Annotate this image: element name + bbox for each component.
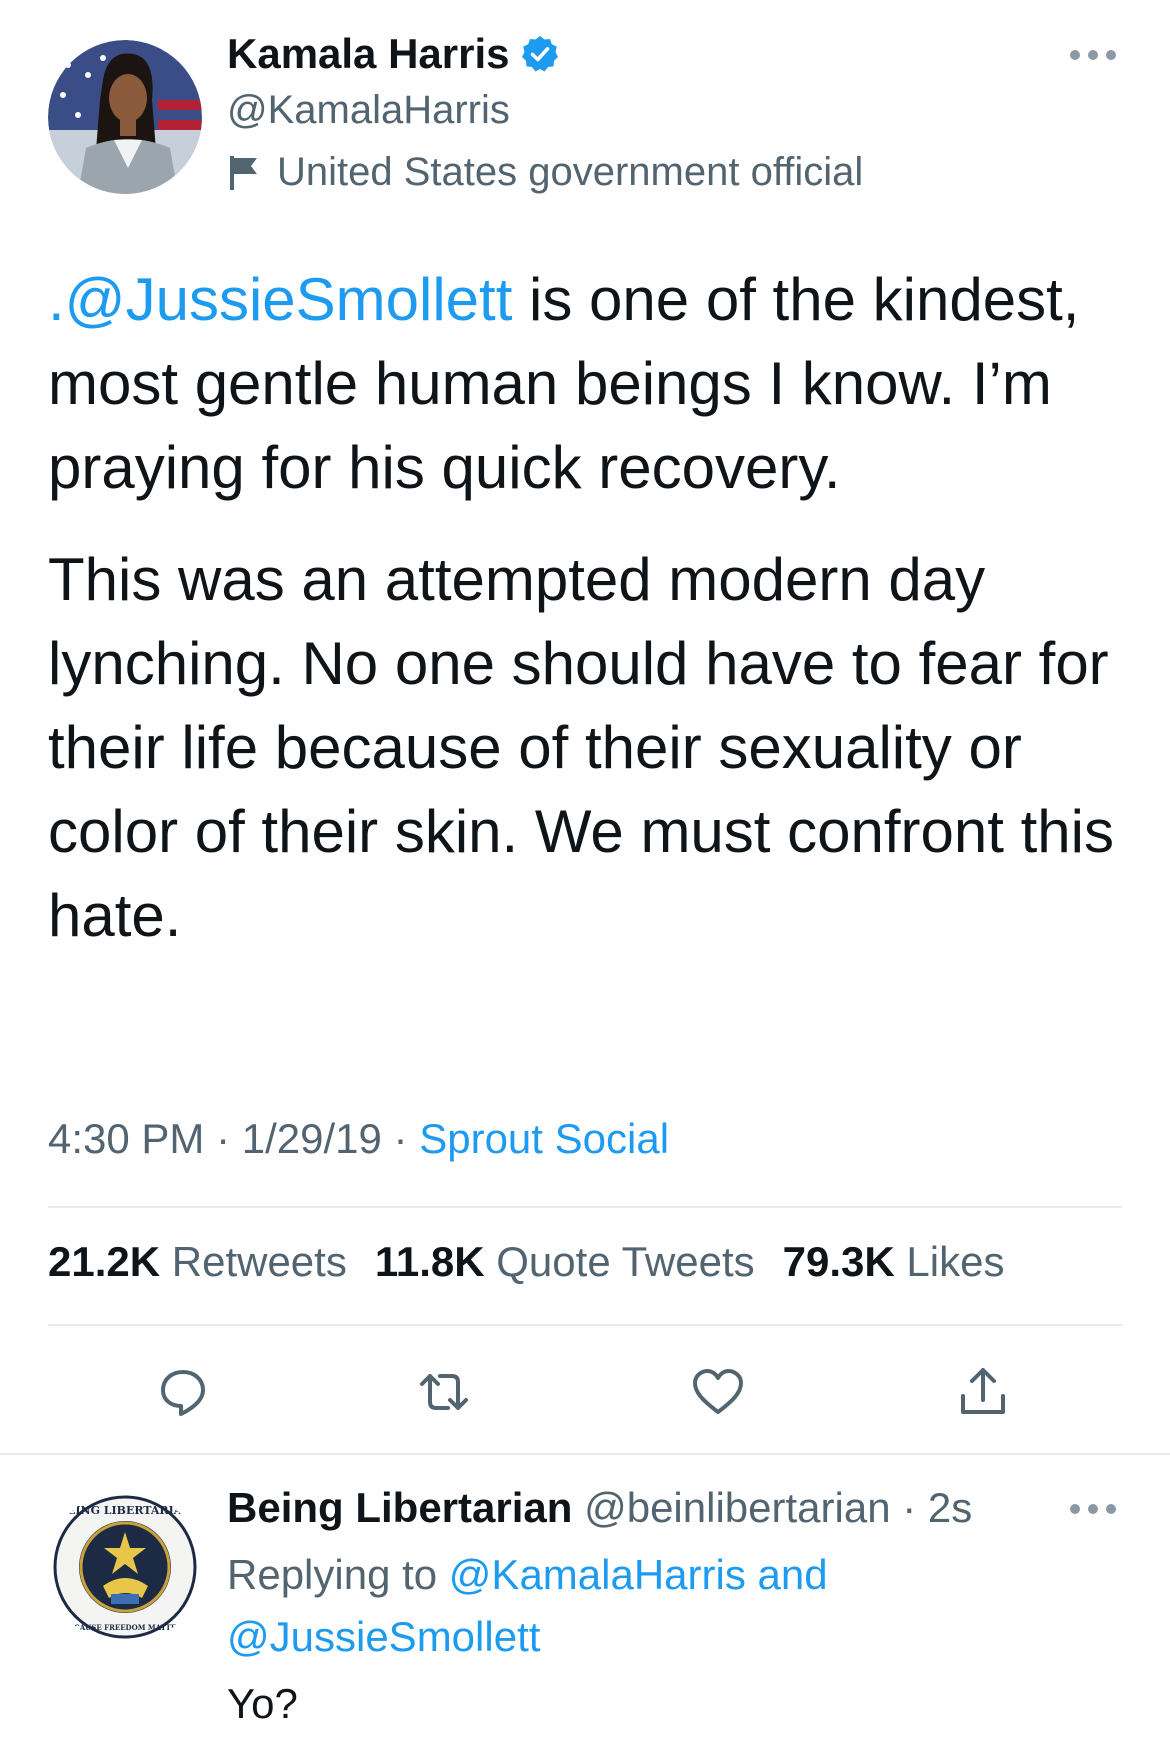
more-icon[interactable]: [1068, 1502, 1118, 1516]
retweets-count: 21.2K: [48, 1238, 161, 1285]
retweets-label: Retweets: [171, 1238, 347, 1285]
meta-separator: ·: [381, 1115, 420, 1162]
author-avatar[interactable]: [48, 40, 202, 194]
author-name-row[interactable]: Kamala Harris: [227, 30, 560, 78]
reply-author-name[interactable]: Being Libertarian: [227, 1484, 572, 1531]
author-name[interactable]: Kamala Harris: [227, 30, 510, 78]
author-handle[interactable]: @KamalaHarris: [227, 88, 510, 133]
replying-to-label: Replying to: [227, 1551, 438, 1598]
likes-stat[interactable]: 79.3K Likes: [783, 1238, 1005, 1286]
reply-header: Being Libertarian @beinlibertarian · 2s: [227, 1484, 972, 1532]
divider: [48, 1324, 1122, 1326]
tweet-date[interactable]: 1/29/19: [242, 1115, 382, 1162]
government-label-text: United States government official: [277, 150, 864, 194]
likes-count: 79.3K: [782, 1238, 895, 1285]
heart-icon[interactable]: [690, 1364, 746, 1420]
tweet-paragraph-2: This was an attempted modern day lynchin…: [48, 546, 1114, 949]
quote-tweets-stat[interactable]: 11.8K Quote Tweets: [375, 1238, 755, 1286]
tweet-source-link[interactable]: Sprout Social: [419, 1115, 669, 1162]
divider: [0, 1453, 1170, 1455]
quote-tweets-count: 11.8K: [374, 1238, 485, 1285]
reply-icon[interactable]: [155, 1364, 211, 1420]
reply-author-avatar[interactable]: BEING LIBERTARIAN BECAUSE FREEDOM MATTER…: [48, 1490, 202, 1644]
share-icon[interactable]: [955, 1364, 1011, 1420]
reply-time[interactable]: 2s: [928, 1484, 972, 1531]
svg-text:BEING LIBERTARIAN: BEING LIBERTARIAN: [58, 1504, 193, 1517]
government-label: United States government official: [227, 150, 863, 195]
retweet-icon[interactable]: [416, 1364, 472, 1420]
tweet-time[interactable]: 4:30 PM: [48, 1115, 204, 1162]
verified-badge-icon: [520, 34, 560, 74]
tweet-paragraph-1: .@JussieSmollett is one of the kindest, …: [48, 258, 1128, 510]
meta-separator: ·: [890, 1484, 928, 1531]
replying-to: Replying to @KamalaHarris and @JussieSmo…: [227, 1544, 1107, 1668]
engagement-stats: 21.2K Retweets 11.8K Quote Tweets 79.3K …: [48, 1238, 1004, 1286]
mention-link[interactable]: .@JussieSmollett: [48, 266, 512, 333]
tweet-meta: 4:30 PM · 1/29/19 · Sprout Social: [48, 1115, 669, 1163]
action-bar: [0, 1364, 1170, 1420]
divider: [48, 1206, 1122, 1208]
meta-separator: ·: [204, 1115, 242, 1162]
flag-icon: [227, 154, 261, 192]
more-icon[interactable]: [1068, 48, 1118, 62]
reply-author-handle[interactable]: @beinlibertarian: [584, 1484, 890, 1531]
quote-tweets-label: Quote Tweets: [496, 1238, 755, 1285]
tweet-text: .@JussieSmollett is one of the kindest, …: [48, 258, 1128, 958]
reply-text: Yo?: [227, 1680, 298, 1727]
retweets-stat[interactable]: 21.2K Retweets: [48, 1238, 347, 1286]
svg-text:BECAUSE FREEDOM MATTERS: BECAUSE FREEDOM MATTERS: [63, 1623, 187, 1632]
likes-label: Likes: [906, 1238, 1005, 1285]
